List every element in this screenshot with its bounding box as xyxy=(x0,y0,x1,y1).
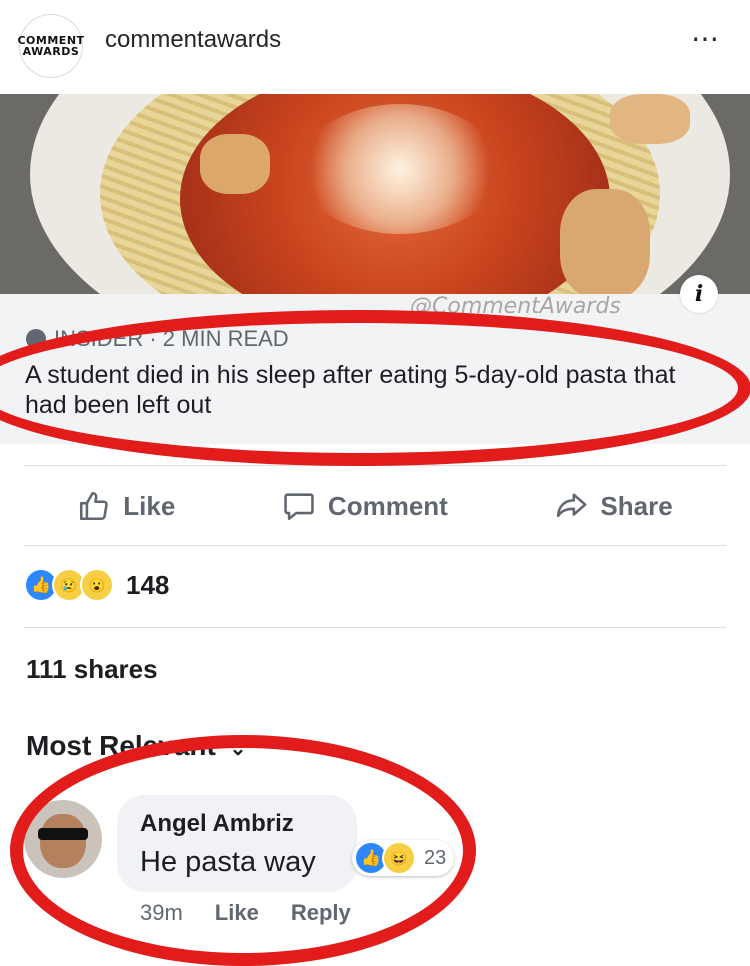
share-arrow-icon xyxy=(557,493,587,518)
link-source-text: INSIDER · 2 MIN READ xyxy=(54,326,289,351)
divider xyxy=(24,545,726,546)
reaction-count: 148 xyxy=(126,569,170,600)
parmesan-cheese xyxy=(300,104,500,234)
share-count[interactable]: 111 shares xyxy=(26,654,158,685)
divider xyxy=(24,465,726,466)
avatar-text-bottom: AWARDS xyxy=(22,45,80,58)
comment-meta: 39m Like Reply xyxy=(140,900,351,926)
comment-text: He pasta way xyxy=(140,846,316,878)
sunglasses xyxy=(38,828,88,840)
more-options-icon[interactable]: ⋯ xyxy=(691,22,720,55)
thumbs-up-icon xyxy=(80,491,109,521)
share-button[interactable]: Share xyxy=(554,489,673,523)
chevron-down-icon: ⌄ xyxy=(229,738,247,760)
like-label: Like xyxy=(123,490,176,521)
link-preview-image[interactable] xyxy=(0,94,750,294)
like-button[interactable]: Like xyxy=(77,489,175,523)
publisher-icon xyxy=(26,329,46,349)
comment-author[interactable]: Angel Ambriz xyxy=(140,810,294,838)
comment-time: 39m xyxy=(140,900,183,925)
chicken-piece xyxy=(610,94,690,144)
wow-reaction-icon: 😮 xyxy=(80,568,114,602)
account-name[interactable]: commentawards xyxy=(105,26,281,54)
account-avatar[interactable]: COMMENT AWARDS xyxy=(17,14,84,78)
comment-like-button[interactable]: Like xyxy=(215,900,259,926)
face xyxy=(40,814,86,868)
haha-reaction-icon: 😆 xyxy=(382,841,416,875)
comment-reaction-summary[interactable]: 👍 😆 23 xyxy=(352,840,455,876)
comment-reply-button[interactable]: Reply xyxy=(291,900,351,926)
comment-label: Comment xyxy=(327,490,448,521)
comment-bubble-icon xyxy=(284,493,314,521)
divider xyxy=(24,627,726,628)
comment-sort-dropdown[interactable]: Most Relevant ⌄ xyxy=(26,730,246,762)
post-action-bar: Like Comment Share xyxy=(24,470,726,542)
link-headline[interactable]: A student died in his sleep after eating… xyxy=(25,360,715,420)
share-label: Share xyxy=(600,490,673,521)
link-source: INSIDER · 2 MIN READ xyxy=(26,326,289,352)
commenter-avatar[interactable] xyxy=(24,800,102,878)
chicken-piece xyxy=(200,134,270,194)
sort-label: Most Relevant xyxy=(26,730,216,761)
watermark: @CommentAwards xyxy=(410,294,621,319)
comment-button[interactable]: Comment xyxy=(282,489,448,523)
instagram-post-header: COMMENT AWARDS commentawards ⋯ xyxy=(0,0,750,92)
comment-reaction-count: 23 xyxy=(424,846,447,869)
info-icon[interactable]: i xyxy=(680,275,718,313)
reaction-summary[interactable]: 👍 😢 😮 148 xyxy=(24,565,169,605)
chicken-piece xyxy=(560,189,650,294)
